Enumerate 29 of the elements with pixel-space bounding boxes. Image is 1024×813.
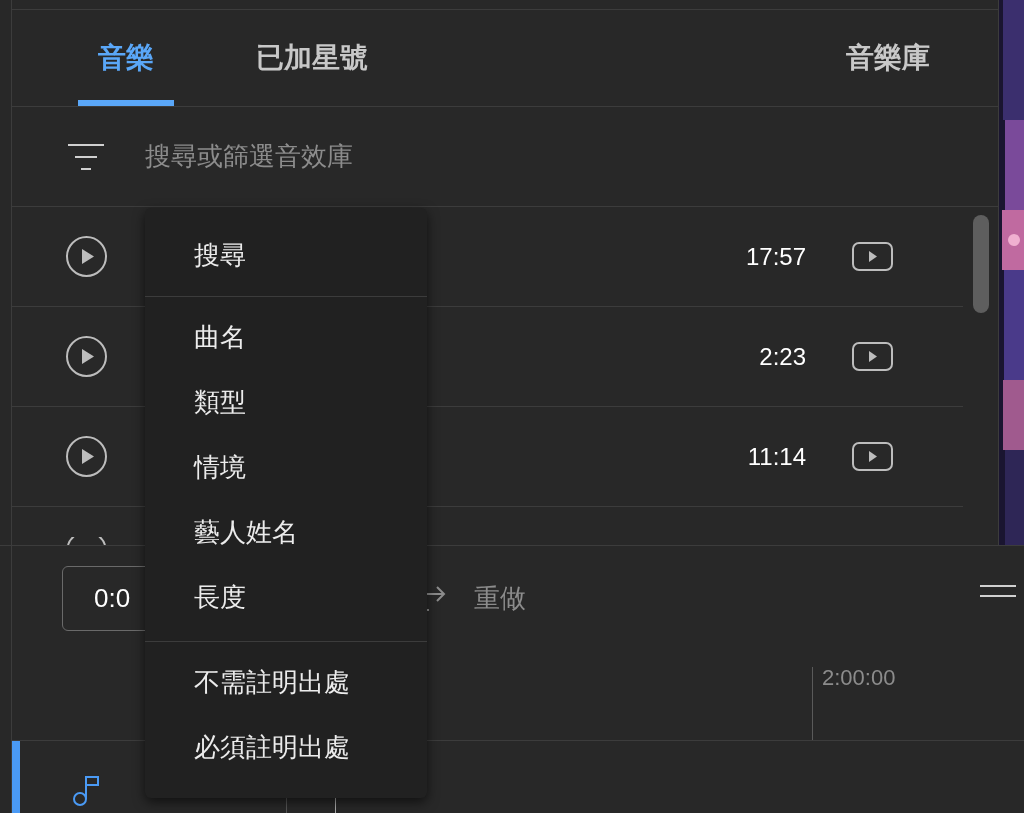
play-icon[interactable] <box>66 537 107 545</box>
menu-item[interactable]: 藝人姓名 <box>145 500 427 565</box>
scrollbar[interactable] <box>973 215 989 313</box>
track-duration: 11:14 <box>747 441 806 472</box>
redo-button[interactable]: 重做 <box>474 578 526 618</box>
time-marker: 2:00:00 <box>822 667 896 689</box>
play-icon[interactable] <box>66 236 107 277</box>
menu-item[interactable]: 曲名 <box>145 305 427 370</box>
menu-item[interactable]: 必須註明出處 <box>145 715 427 780</box>
music-note-icon <box>72 775 102 807</box>
menu-item[interactable]: 情境 <box>145 435 427 500</box>
library-tab[interactable]: 音樂庫 <box>846 10 930 106</box>
filter-icon[interactable] <box>68 142 104 171</box>
menu-item[interactable]: 不需註明出處 <box>145 650 427 715</box>
play-icon[interactable] <box>66 336 107 377</box>
track-indicator <box>12 741 20 813</box>
tab[interactable]: 已加星號 <box>236 10 388 106</box>
menu-item[interactable]: 長度 <box>145 565 427 630</box>
tab[interactable]: 音樂 <box>78 10 174 106</box>
track-duration: 2:23 <box>759 341 806 372</box>
video-icon[interactable] <box>852 342 893 371</box>
play-icon[interactable] <box>66 436 107 477</box>
track-duration: 17:57 <box>745 241 806 272</box>
menu-icon[interactable] <box>980 585 1016 597</box>
video-icon[interactable] <box>852 242 893 271</box>
menu-item[interactable]: 搜尋 <box>145 223 427 288</box>
menu-item[interactable]: 類型 <box>145 370 427 435</box>
video-icon[interactable] <box>852 442 893 471</box>
search-field[interactable]: 搜尋或篩選音效庫 <box>145 137 845 176</box>
